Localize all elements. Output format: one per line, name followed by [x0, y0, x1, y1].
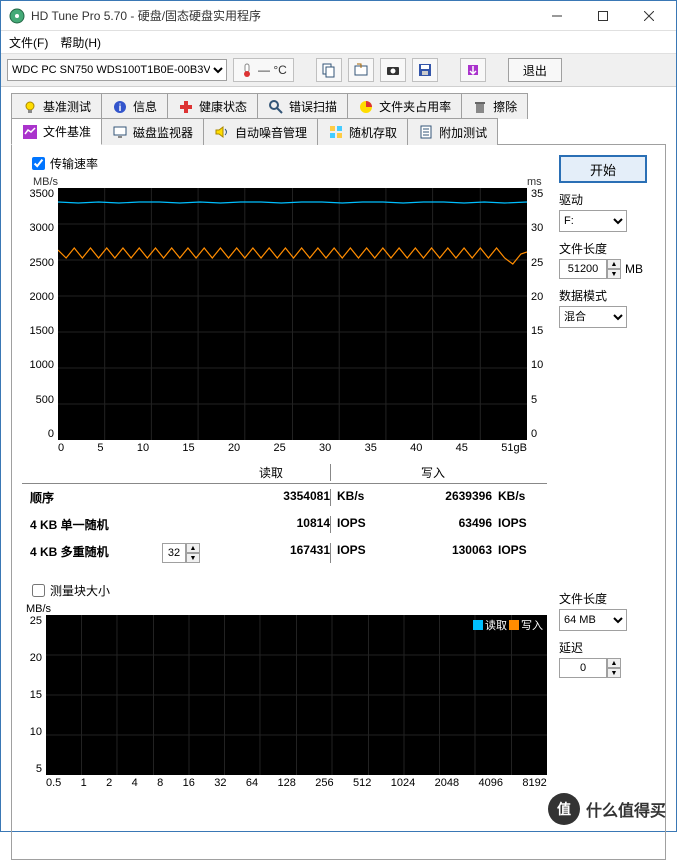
row-sequential: 顺序 3354081KB/s 2639396KB/s [22, 484, 547, 511]
filelen2-select[interactable]: 64 MB [559, 609, 627, 631]
chart2-legend: 读取 写入 [473, 617, 543, 633]
chart1-yright-label: ms [527, 176, 547, 188]
block-size-checkbox[interactable] [32, 584, 45, 597]
tab-erase[interactable]: 擦除 [461, 93, 528, 119]
transfer-rate-checkbox[interactable] [32, 157, 45, 170]
transfer-rate-label: 传输速率 [50, 155, 98, 172]
extra-icon [418, 124, 434, 140]
search-icon [268, 99, 284, 115]
queue-depth-spinner[interactable]: ▲▼ [162, 543, 200, 563]
row-4kb-single: 4 KB 单一随机 10814IOPS 63496IOPS [22, 511, 547, 538]
transfer-chart: MB/s ms 3500300025002000150010005000 [22, 176, 547, 454]
toolbar: WDC PC SN750 WDS100T1B0E-00B3V0 ( : — °C… [1, 53, 676, 87]
svg-text:i: i [119, 103, 122, 114]
chart1-yleft-ticks: 3500300025002000150010005000 [22, 188, 58, 440]
plus-icon [178, 99, 194, 115]
speaker-icon [214, 124, 230, 140]
menu-file[interactable]: 文件(F) [9, 34, 48, 51]
watermark-logo: 值 [548, 793, 580, 825]
menubar: 文件(F) 帮助(H) [1, 31, 676, 53]
screenshot-button[interactable] [380, 58, 406, 82]
drive-label: 驱动 [559, 191, 655, 208]
tab-extratests[interactable]: 附加测试 [407, 118, 498, 145]
tab-row-2: 文件基准 磁盘监视器 自动噪音管理 随机存取 附加测试 [11, 118, 666, 145]
chart1-yright-ticks: 35302520151050 [527, 188, 547, 440]
tab-health[interactable]: 健康状态 [167, 93, 258, 119]
window-title: HD Tune Pro 5.70 - 硬盘/固态硬盘实用程序 [31, 7, 534, 24]
block-size-label: 测量块大小 [50, 582, 110, 599]
tab-row-1: 基准测试 i信息 健康状态 错误扫描 文件夹占用率 擦除 [11, 93, 666, 119]
save-button[interactable] [412, 58, 438, 82]
trash-icon [472, 99, 488, 115]
row-4kb-multi: 4 KB 多重随机 ▲▼ 167431IOPS 130063IOPS [22, 538, 547, 568]
tab-content: 传输速率 MB/s ms 350030002500200015001000500… [11, 144, 666, 860]
window-titlebar: HD Tune Pro 5.70 - 硬盘/固态硬盘实用程序 [1, 1, 676, 31]
maximize-button[interactable] [580, 1, 626, 31]
chart1-xticks: 05101520253035404551gB [22, 440, 547, 454]
menu-help[interactable]: 帮助(H) [60, 34, 101, 51]
temperature-display: — °C [233, 58, 294, 82]
results-table: 读取 写入 顺序 3354081KB/s 2639396KB/s 4 KB 单一… [22, 462, 547, 568]
delay-spinner[interactable]: ▲▼ [559, 658, 621, 678]
close-button[interactable] [626, 1, 672, 31]
chart2-ylabel: MB/s [22, 603, 547, 615]
side-panel: 开始 驱动 F: 文件长度 ▲▼ MB 数据模式 混合 文件长度 64 MB [559, 155, 655, 849]
tab-filebenchmark[interactable]: 文件基准 [11, 118, 102, 145]
temperature-value: — °C [258, 63, 287, 77]
pie-icon [358, 99, 374, 115]
random-icon [328, 124, 344, 140]
read-header: 读取 [212, 464, 330, 481]
chart2-plot: 读取 写入 [46, 615, 547, 775]
watermark: 值 什么值得买 [548, 793, 666, 825]
chart1-plot [58, 188, 527, 440]
tab-errorscan[interactable]: 错误扫描 [257, 93, 348, 119]
bulb-icon [22, 99, 38, 115]
start-button[interactable]: 开始 [559, 155, 647, 183]
delay-label: 延迟 [559, 639, 655, 656]
monitor-icon [112, 124, 128, 140]
filelen2-label: 文件长度 [559, 590, 655, 607]
tab-benchmark[interactable]: 基准测试 [11, 93, 102, 119]
exit-button[interactable]: 退出 [508, 58, 562, 82]
drive-letter-select[interactable]: F: [559, 210, 627, 232]
tab-aam[interactable]: 自动噪音管理 [203, 118, 318, 145]
filelen-label: 文件长度 [559, 240, 655, 257]
pattern-select[interactable]: 混合 [559, 306, 627, 328]
copy-button[interactable] [316, 58, 342, 82]
tab-folderusage[interactable]: 文件夹占用率 [347, 93, 462, 119]
tab-diskmonitor[interactable]: 磁盘监视器 [101, 118, 204, 145]
shortcut-button[interactable] [348, 58, 374, 82]
chart-icon [22, 124, 38, 140]
chart1-yleft-label: MB/s [22, 176, 58, 188]
thermometer-icon [240, 63, 254, 77]
tab-info[interactable]: i信息 [101, 93, 168, 119]
tab-randomaccess[interactable]: 随机存取 [317, 118, 408, 145]
drive-select[interactable]: WDC PC SN750 WDS100T1B0E-00B3V0 ( : [7, 59, 227, 81]
info-icon: i [112, 99, 128, 115]
write-header: 写入 [374, 464, 492, 481]
filelen-spinner[interactable]: ▲▼ [559, 259, 621, 279]
app-icon [9, 8, 25, 24]
options-button[interactable] [460, 58, 486, 82]
minimize-button[interactable] [534, 1, 580, 31]
chart2-yticks: 252015105 [22, 615, 46, 775]
pattern-label: 数据模式 [559, 287, 655, 304]
chart2-xticks: 0.512481632641282565121024204840968192 [22, 775, 547, 789]
watermark-text: 什么值得买 [586, 797, 666, 821]
